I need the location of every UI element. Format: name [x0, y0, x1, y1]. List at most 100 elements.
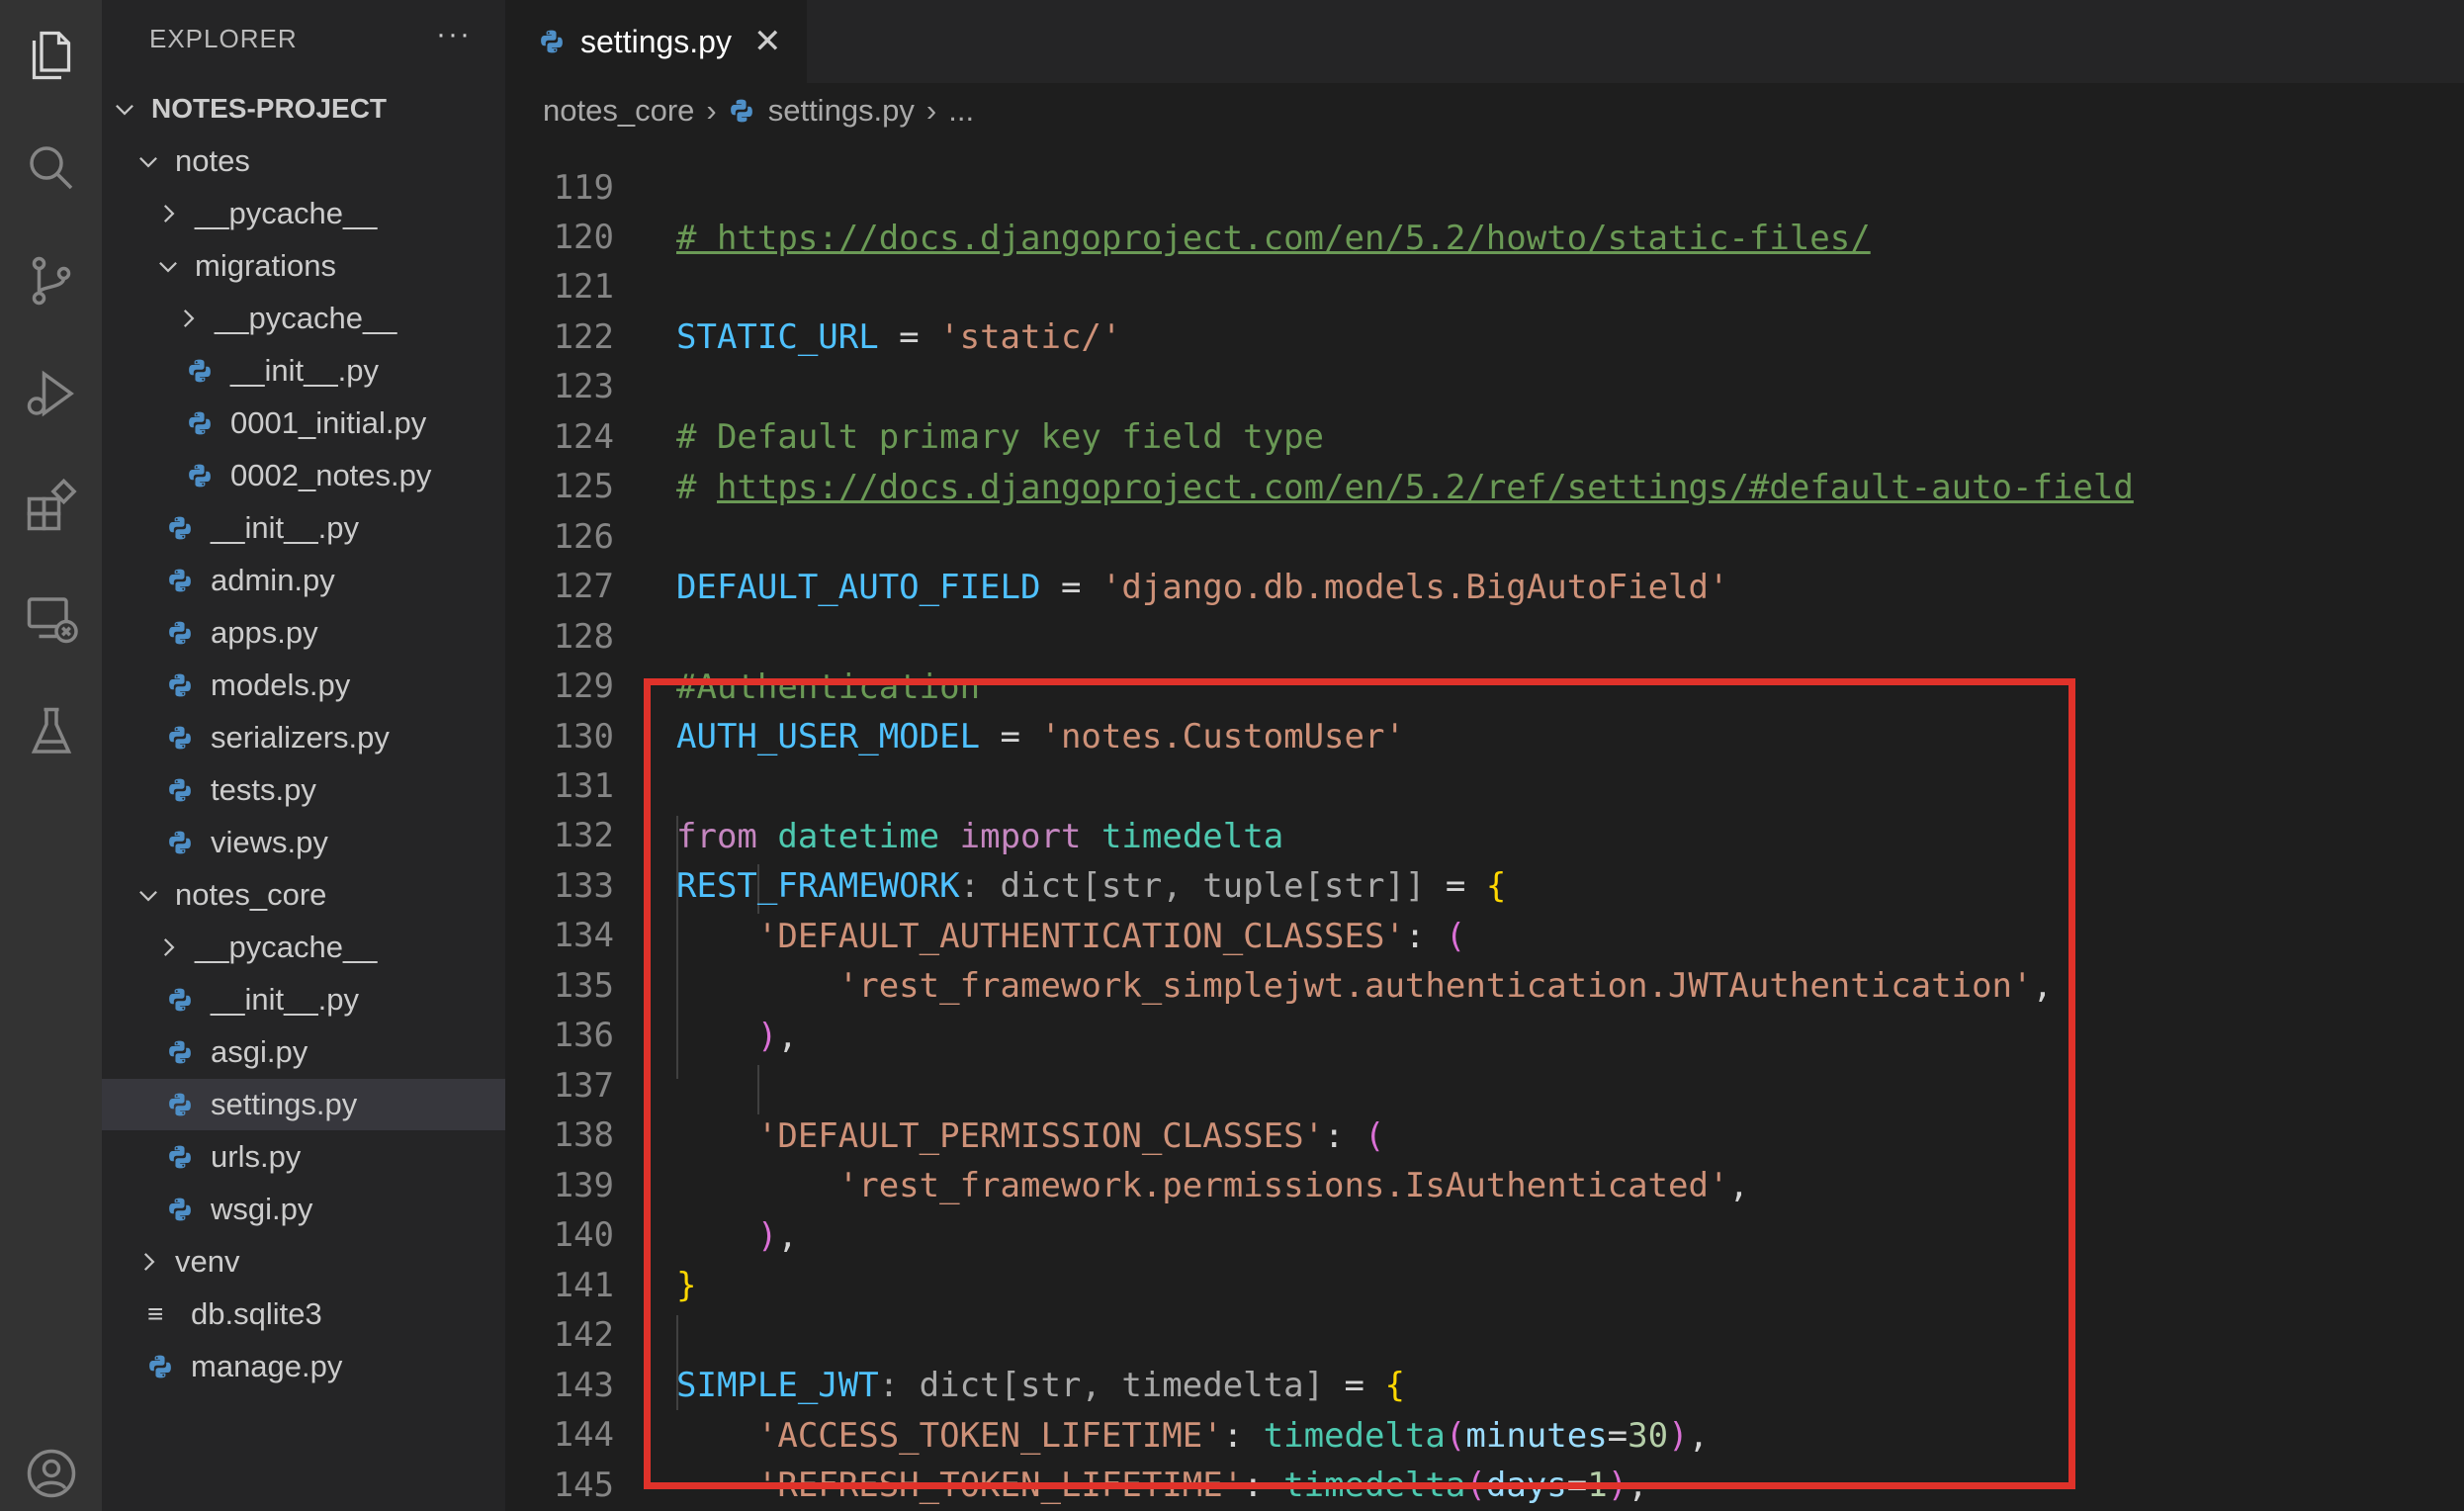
breadcrumb-file[interactable]: settings.py [768, 93, 915, 129]
chevron-right-icon [135, 1249, 161, 1275]
python-file-icon [167, 672, 193, 698]
code-link[interactable]: https://docs.djangoproject.com/en/5.2/re… [717, 468, 2134, 507]
tree-folder-pycache[interactable]: __pycache__ [102, 922, 505, 973]
code-line: 124 # https://docs.djangoproject.com/en/… [505, 363, 2134, 506]
tree-folder-notes-core[interactable]: notes_core [102, 869, 505, 921]
account-icon[interactable] [16, 1438, 87, 1509]
chevron-down-icon [135, 148, 161, 174]
testing-icon[interactable] [16, 696, 87, 767]
code-line: 133 'DEFAULT_AUTHENTICATION_CLASSES': ( [505, 812, 1466, 955]
chevron-right-icon [155, 201, 181, 226]
python-file-icon [539, 29, 565, 54]
code-token: = [878, 316, 940, 357]
code-line: 128 #Authentication [505, 563, 980, 706]
tree-item-label: db.sqlite3 [191, 1296, 322, 1331]
more-actions-icon[interactable]: ··· [436, 18, 472, 51]
tree-file-init-py[interactable]: __init__.py [102, 345, 505, 397]
tree-file-0001-initial-py[interactable]: 0001_initial.py [102, 398, 505, 449]
code-line: 136 [505, 961, 614, 1055]
python-file-icon [187, 358, 213, 384]
tree-item-label: views.py [211, 825, 328, 859]
code-line: 145 } [505, 1411, 614, 1505]
chevron-down-icon [155, 253, 181, 279]
tree-file-urls-py[interactable]: urls.py [102, 1131, 505, 1183]
tree-file-manage-py[interactable]: manage.py [102, 1341, 505, 1392]
tree-file-tests-py[interactable]: tests.py [102, 764, 505, 816]
tree-folder-notes-project[interactable]: NOTES-PROJECT [102, 83, 505, 134]
chevron-down-icon [112, 96, 137, 122]
python-file-icon [167, 987, 193, 1013]
python-file-icon [167, 830, 193, 855]
tree-folder-venv[interactable]: venv [102, 1236, 505, 1288]
run-debug-icon[interactable] [16, 358, 87, 429]
code-line: 119 # https://docs.djangoproject.com/en/… [505, 138, 1871, 257]
tree-folder-pycache[interactable]: __pycache__ [102, 293, 505, 344]
remote-explorer-icon[interactable] [16, 583, 87, 655]
python-file-icon [167, 725, 193, 751]
code-line: 146 [505, 1461, 586, 1510]
tree-item-label: urls.py [211, 1139, 302, 1174]
python-file-icon [187, 410, 213, 436]
code-line: 144 'REFRESH_TOKEN_LIFETIME': timedelta(… [505, 1361, 1648, 1504]
python-file-icon [167, 777, 193, 803]
tree-item-label: __pycache__ [195, 196, 378, 230]
chevron-right-icon: › [706, 93, 717, 128]
tree-item-label: serializers.py [211, 720, 390, 755]
tree-folder-migrations[interactable]: migrations [102, 240, 505, 292]
chevron-right-icon [155, 934, 181, 960]
tree-file-asgi-py[interactable]: asgi.py [102, 1026, 505, 1078]
tree-file-init-py[interactable]: __init__.py [102, 502, 505, 554]
tree-file-settings-py[interactable]: settings.py [102, 1079, 505, 1130]
extensions-icon[interactable] [16, 471, 87, 542]
code-comment[interactable]: # https://docs.djangoproject.com/en/5.2/… [676, 219, 1871, 258]
tree-folder-pycache[interactable]: __pycache__ [102, 188, 505, 239]
code-line: 129 AUTH_USER_MODEL = 'notes.CustomUser' [505, 612, 1405, 756]
tab-settings-py[interactable]: settings.py ✕ [505, 0, 807, 83]
chevron-right-icon: › [925, 93, 937, 128]
python-file-icon [167, 1039, 193, 1065]
chevron-down-icon [135, 882, 161, 908]
tree-file-views-py[interactable]: views.py [102, 817, 505, 868]
explorer-sidebar: EXPLORER ··· NOTES-PROJECT notes __pycache… [102, 0, 505, 1511]
tree-item-label: settings.py [211, 1087, 358, 1121]
python-file-icon [167, 568, 193, 593]
tree-item-label: tests.py [211, 772, 316, 807]
breadcrumb-folder[interactable]: notes_core [543, 93, 694, 129]
code-line: 143 'ACCESS_TOKEN_LIFETIME': timedelta(m… [505, 1311, 1710, 1455]
tree-item-label: 0002_notes.py [230, 458, 432, 492]
code-comment: # Default primary key field type [676, 416, 1325, 457]
python-file-icon [729, 98, 754, 124]
tree-item-label: NOTES-PROJECT [151, 93, 388, 124]
tree-file-init-py[interactable]: __init__.py [102, 974, 505, 1025]
tree-file-db-sqlite3[interactable]: ≡ db.sqlite3 [102, 1289, 505, 1340]
breadcrumb-more[interactable]: ... [948, 93, 974, 129]
explorer-icon[interactable] [16, 20, 87, 91]
code-line: 131 from datetime import timedelta [505, 712, 1284, 855]
tree-file-models-py[interactable]: models.py [102, 660, 505, 711]
tree-file-apps-py[interactable]: apps.py [102, 607, 505, 659]
tree-item-label: __pycache__ [195, 930, 378, 964]
tree-item-label: __init__.py [211, 982, 359, 1017]
tree-file-serializers-py[interactable]: serializers.py [102, 712, 505, 763]
tree-item-label: asgi.py [211, 1034, 308, 1069]
tree-file-0002-notes-py[interactable]: 0002_notes.py [102, 450, 505, 501]
code-token: 'static/' [939, 316, 1122, 357]
source-control-icon[interactable] [16, 245, 87, 316]
code-line: 142 SIMPLE_JWT: dict[str, timedelta] = { [505, 1261, 1405, 1404]
python-file-icon [167, 1197, 193, 1222]
code-line: 140 } [505, 1161, 697, 1304]
tree-file-admin-py[interactable]: admin.py [102, 555, 505, 606]
tree-folder-notes[interactable]: notes [102, 135, 505, 187]
tree-item-label: admin.py [211, 563, 335, 597]
code-token: DEFAULT_AUTO_FIELD [676, 567, 1041, 607]
tree-file-wsgi-py[interactable]: wsgi.py [102, 1184, 505, 1235]
code-line: 120 [505, 163, 614, 257]
code-line: 130 [505, 663, 614, 756]
python-file-icon [187, 463, 213, 489]
tree-item-label: __pycache__ [215, 301, 397, 335]
close-icon[interactable]: ✕ [753, 22, 782, 61]
activity-bar [0, 0, 102, 1511]
python-file-icon [167, 515, 193, 541]
python-file-icon [167, 1144, 193, 1170]
search-icon[interactable] [16, 133, 87, 204]
